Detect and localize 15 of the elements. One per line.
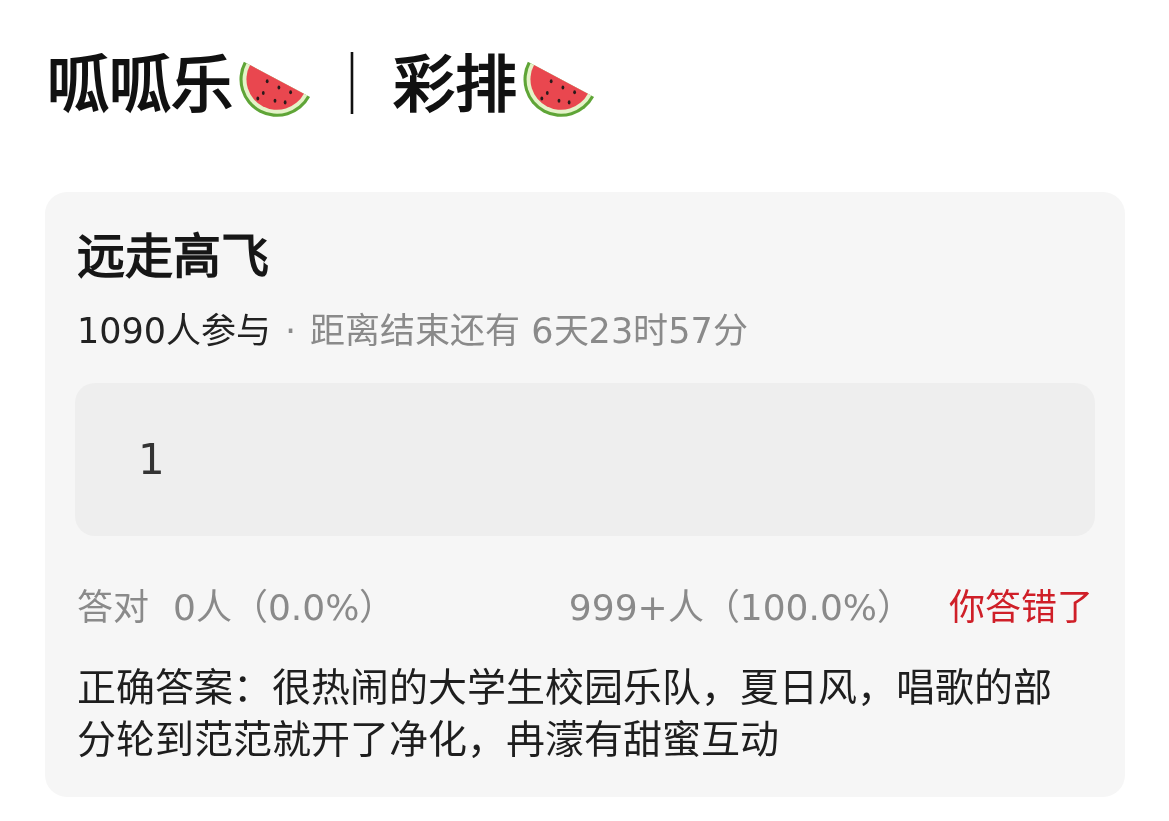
title-separator: ｜: [321, 47, 383, 124]
correct-count: 0人（0.0%）: [173, 586, 396, 630]
answer-box: 1: [75, 383, 1095, 536]
title-text: 呱呱乐: [47, 51, 233, 121]
title-text: 彩排: [393, 51, 517, 121]
watermelon-icon: [523, 60, 595, 118]
watermelon-icon: [239, 60, 311, 118]
correct-label: 答对: [77, 586, 149, 630]
question-title: 远走高飞: [76, 230, 270, 282]
correct-answer-text: 正确答案：很热闹的大学生校园乐队，夏日风，唱歌的部分轮到范范就开了净化，冉濛有甜蜜互动: [76, 664, 1053, 764]
participant-count: 1090人参与: [77, 311, 272, 351]
wrong-count: 999+人（100.0%）: [568, 586, 913, 630]
countdown-text: 距离结束还有 6天23时57分: [310, 311, 748, 351]
result-text: 你答错了: [949, 586, 1093, 630]
separator-dot: ·: [285, 311, 297, 351]
